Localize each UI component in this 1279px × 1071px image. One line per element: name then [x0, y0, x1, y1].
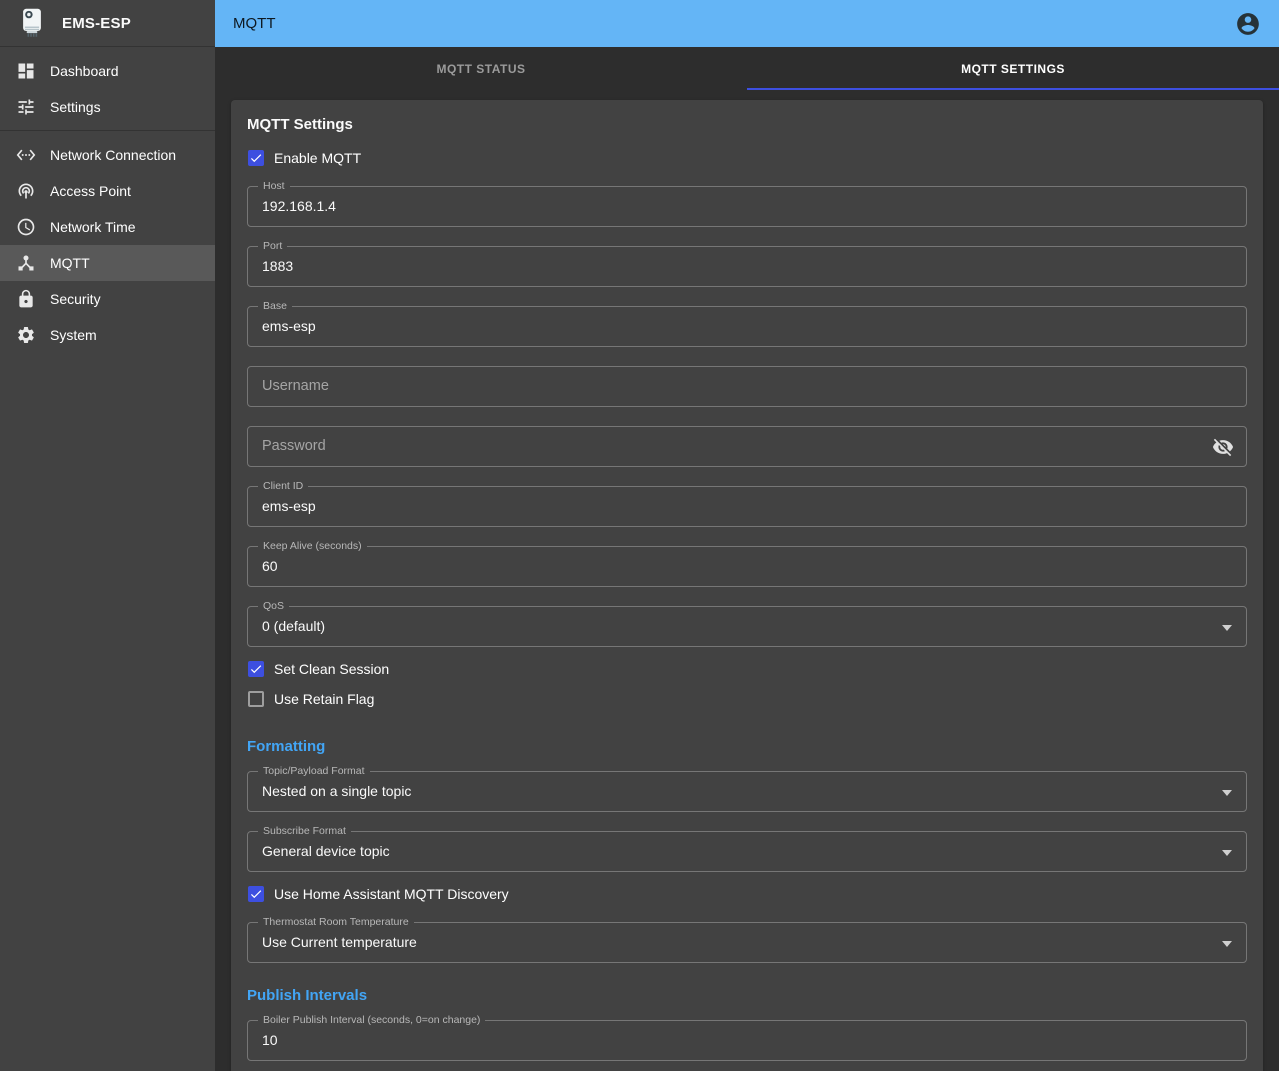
sidebar-item-network-time[interactable]: Network Time: [0, 209, 215, 245]
field-value: 60: [262, 547, 278, 586]
dropdown-caret-icon[interactable]: [1222, 790, 1232, 796]
field-client-id[interactable]: Client IDems-esp: [247, 486, 1247, 527]
account-button[interactable]: [1235, 11, 1261, 37]
field-placeholder: Password: [262, 427, 326, 466]
settings-form: Enable MQTT Host192.168.1.4 Port1883 Baseem…: [247, 143, 1247, 1061]
checkbox-box[interactable]: [248, 886, 264, 902]
checkbox-set-clean-session[interactable]: Set Clean Session: [247, 654, 1247, 684]
tab-label: MQTT SETTINGS: [961, 62, 1065, 76]
field-boiler-publish-interval-seconds-0-on-change[interactable]: Boiler Publish Interval (seconds, 0=on c…: [247, 1020, 1247, 1061]
select-qos[interactable]: QoS0 (default): [247, 606, 1247, 647]
sidebar-divider: [0, 130, 215, 131]
checkbox-enable-mqtt[interactable]: Enable MQTT: [247, 143, 1247, 173]
field-port[interactable]: Port1883: [247, 246, 1247, 287]
clock-icon: [16, 217, 36, 237]
device-hub-icon: [16, 253, 36, 273]
field-placeholder: Username: [262, 367, 329, 406]
tab-mqtt-settings[interactable]: MQTT SETTINGS: [747, 47, 1279, 90]
sidebar-item-network-connection[interactable]: Network Connection: [0, 137, 215, 173]
checkbox-label: Use Retain Flag: [274, 691, 374, 707]
tab-bar: MQTT STATUS MQTT SETTINGS: [215, 47, 1279, 90]
sidebar-item-label: Access Point: [50, 183, 131, 199]
field-host[interactable]: Host192.168.1.4: [247, 186, 1247, 227]
checkbox-box[interactable]: [248, 661, 264, 677]
dropdown-caret-icon[interactable]: [1222, 941, 1232, 947]
sidebar-item-label: Security: [50, 291, 101, 307]
ems-esp-logo-icon: [16, 7, 48, 39]
checkbox-label: Set Clean Session: [274, 661, 389, 677]
sidebar-item-label: Network Time: [50, 219, 136, 235]
account-circle-icon: [1235, 11, 1261, 37]
checkbox-box[interactable]: [248, 150, 264, 166]
sidebar-item-mqtt[interactable]: MQTT: [0, 245, 215, 281]
sidebar-item-label: System: [50, 327, 97, 343]
field-value: General device topic: [262, 832, 390, 871]
section-heading-publish-intervals: Publish Intervals: [247, 987, 1247, 1004]
field-keep-alive-seconds[interactable]: Keep Alive (seconds)60: [247, 546, 1247, 587]
main-area: MQTT MQTT STATUS MQTT SETTINGS MQTT Setti…: [215, 0, 1279, 1071]
sidebar-item-system[interactable]: System: [0, 317, 215, 353]
sidebar: EMS-ESP Dashboard Settings Network Connect…: [0, 0, 215, 1071]
sidebar-nav: Dashboard Settings Network Connection Acces…: [0, 47, 215, 353]
visibility-off-button[interactable]: [1212, 436, 1234, 458]
settings-ethernet-icon: [16, 145, 36, 165]
checkbox-use-home-assistant-mqtt-discovery[interactable]: Use Home Assistant MQTT Discovery: [247, 879, 1247, 909]
sidebar-item-label: Network Connection: [50, 147, 176, 163]
sidebar-item-dashboard[interactable]: Dashboard: [0, 53, 215, 89]
check-icon: [249, 662, 263, 676]
checkbox-label: Enable MQTT: [274, 150, 361, 166]
check-icon: [249, 887, 263, 901]
card-title: MQTT Settings: [247, 116, 1247, 133]
field-value: ems-esp: [262, 307, 316, 346]
field-value: Nested on a single topic: [262, 772, 411, 811]
field-base[interactable]: Baseems-esp: [247, 306, 1247, 347]
page-title: MQTT: [233, 15, 1235, 32]
visibility-off-icon: [1212, 436, 1234, 458]
sidebar-item-security[interactable]: Security: [0, 281, 215, 317]
check-icon: [249, 151, 263, 165]
sidebar-item-label: Dashboard: [50, 63, 119, 79]
field-value: 0 (default): [262, 607, 325, 646]
tune-icon: [16, 97, 36, 117]
select-topic-payload-format[interactable]: Topic/Payload FormatNested on a single t…: [247, 771, 1247, 812]
tab-indicator: [747, 88, 1279, 90]
content: MQTT Settings Enable MQTT Host192.168.1.4…: [215, 90, 1279, 1071]
field-value: 192.168.1.4: [262, 187, 336, 226]
section-heading-formatting: Formatting: [247, 738, 1247, 755]
tab-mqtt-status[interactable]: MQTT STATUS: [215, 47, 747, 90]
tab-label: MQTT STATUS: [436, 62, 525, 76]
field-label: Boiler Publish Interval (seconds, 0=on c…: [258, 1014, 485, 1026]
mqtt-settings-card: MQTT Settings Enable MQTT Host192.168.1.4…: [231, 100, 1263, 1071]
sidebar-header: EMS-ESP: [0, 0, 215, 47]
wifi-tethering-icon: [16, 181, 36, 201]
select-thermostat-room-temperature[interactable]: Thermostat Room TemperatureUse Current t…: [247, 922, 1247, 963]
checkbox-use-retain-flag[interactable]: Use Retain Flag: [247, 684, 1247, 714]
sidebar-item-settings[interactable]: Settings: [0, 89, 215, 125]
field-value: Use Current temperature: [262, 923, 417, 962]
field-username[interactable]: Username: [247, 366, 1247, 407]
field-value: 1883: [262, 247, 293, 286]
dropdown-caret-icon[interactable]: [1222, 850, 1232, 856]
appbar: MQTT: [215, 0, 1279, 47]
field-password[interactable]: Password: [247, 426, 1247, 467]
field-value: ems-esp: [262, 487, 316, 526]
sidebar-item-label: Settings: [50, 99, 101, 115]
select-subscribe-format[interactable]: Subscribe FormatGeneral device topic: [247, 831, 1247, 872]
sidebar-item-label: MQTT: [50, 255, 90, 271]
gear-icon: [16, 325, 36, 345]
lock-icon: [16, 289, 36, 309]
field-value: 10: [262, 1021, 278, 1060]
sidebar-item-access-point[interactable]: Access Point: [0, 173, 215, 209]
checkbox-box[interactable]: [248, 691, 264, 707]
checkbox-label: Use Home Assistant MQTT Discovery: [274, 886, 509, 902]
dropdown-caret-icon[interactable]: [1222, 625, 1232, 631]
app-name: EMS-ESP: [62, 15, 131, 32]
dashboard-icon: [16, 61, 36, 81]
